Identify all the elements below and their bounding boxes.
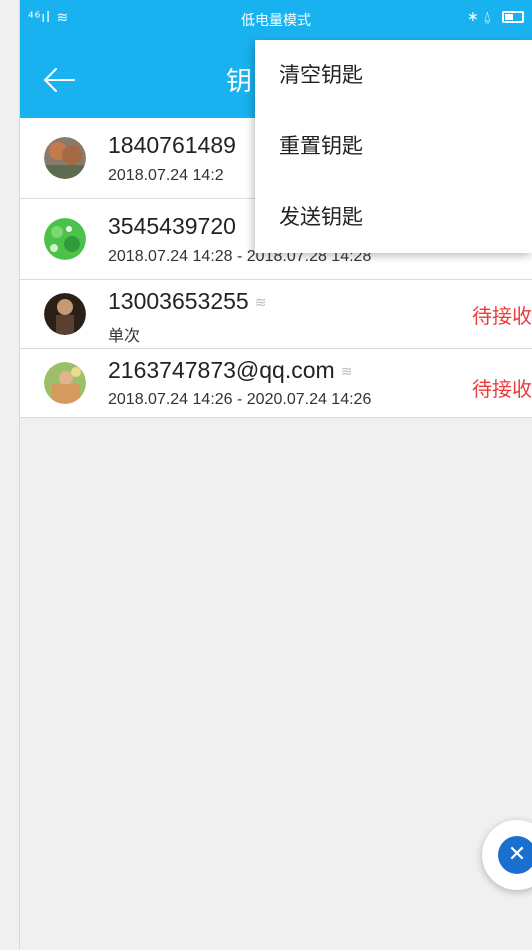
avatar xyxy=(44,293,86,335)
wireless-icon: ≋ xyxy=(254,294,267,311)
battery-icon xyxy=(502,11,524,23)
key-account-text: 3545439720 xyxy=(108,213,236,239)
key-row[interactable]: 2163747873@qq.com ≋ 2018.07.24 14:26 - 20… xyxy=(20,349,532,418)
page-title: 钥 xyxy=(226,67,253,97)
close-icon: ✕ xyxy=(498,836,532,874)
avatar xyxy=(44,362,86,404)
back-button[interactable] xyxy=(38,58,82,102)
phone-screen: ⁴⁶ıl ≋ 低电量模式 ∗ ⍙ 钥 1840761489 2018.07.24… xyxy=(20,0,532,950)
avatar xyxy=(44,218,86,260)
arrow-left-icon xyxy=(43,68,75,92)
left-frame-edge xyxy=(0,0,20,950)
menu-item-send-keys[interactable]: 发送钥匙 xyxy=(255,182,532,253)
status-icons: ∗ ⍙ xyxy=(467,9,524,25)
key-account: 3545439720 xyxy=(108,213,236,240)
key-validity: 单次 xyxy=(108,328,141,345)
key-row[interactable]: 13003653255 ≋ 单次 待接收 xyxy=(20,280,532,349)
avatar xyxy=(44,137,86,179)
bluetooth-alarm-icons: ∗ ⍙ xyxy=(466,9,492,25)
menu-item-clear-keys[interactable]: 清空钥匙 xyxy=(255,40,532,111)
low-power-mode-label: 低电量模式 xyxy=(241,13,311,29)
key-validity: 2018.07.24 14:26 - 2020.07.24 14:26 xyxy=(108,391,372,408)
key-validity: 2018.07.24 14:2 xyxy=(108,167,224,184)
wireless-icon: ≋ xyxy=(340,363,353,380)
key-account: 13003653255 ≋ xyxy=(108,288,266,315)
key-account-text: 2163747873@qq.com xyxy=(108,357,335,383)
key-account: 2163747873@qq.com ≋ xyxy=(108,357,352,384)
floating-action-button[interactable]: ✕ xyxy=(482,820,532,890)
key-account-text: 13003653255 xyxy=(108,288,249,314)
status-badge: 待接收 xyxy=(472,304,532,328)
overflow-menu: 清空钥匙 重置钥匙 发送钥匙 xyxy=(255,40,532,253)
status-badge: 待接收 xyxy=(472,377,532,401)
status-bar: ⁴⁶ıl ≋ 低电量模式 ∗ ⍙ xyxy=(20,0,532,40)
menu-item-reset-keys[interactable]: 重置钥匙 xyxy=(255,111,532,182)
key-account-text: 1840761489 xyxy=(108,132,236,158)
key-account: 1840761489 xyxy=(108,132,236,159)
